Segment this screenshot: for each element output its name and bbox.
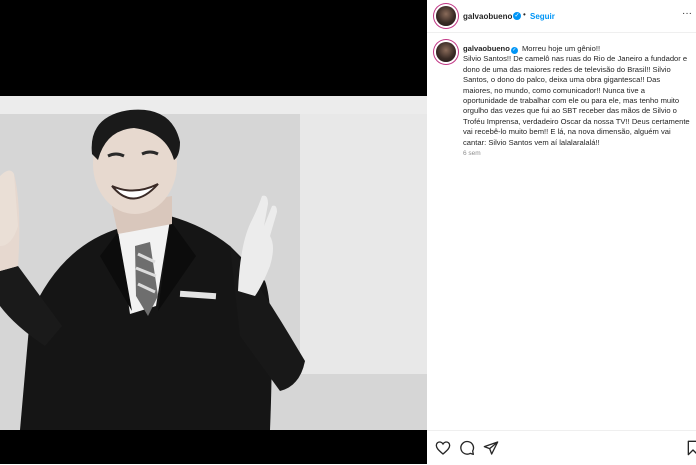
post-media[interactable] bbox=[0, 0, 427, 464]
send-icon[interactable] bbox=[483, 440, 499, 456]
caption-line-1: Morreu hoje um gênio!! bbox=[521, 44, 601, 53]
caption-verified-badge-icon: ✓ bbox=[510, 47, 518, 54]
follow-button[interactable]: Seguir bbox=[530, 12, 555, 21]
bookmark-icon[interactable] bbox=[685, 440, 696, 456]
caption-author-avatar[interactable] bbox=[436, 42, 456, 62]
more-options-icon[interactable]: ··· bbox=[682, 8, 692, 19]
caption-username[interactable]: galvaobueno bbox=[463, 44, 510, 53]
separator-dot: • bbox=[523, 10, 526, 19]
caption-line-2: Silvio Santos!! De camelô nas ruas do Ri… bbox=[463, 54, 690, 147]
caption-text: galvaobueno ✓ Morreu hoje um gênio!! Silv… bbox=[463, 44, 691, 148]
comment-icon[interactable] bbox=[459, 440, 475, 456]
author-avatar[interactable] bbox=[436, 6, 456, 26]
post-time-ago[interactable]: 6 sem bbox=[463, 150, 481, 157]
post-actions-bar bbox=[427, 430, 696, 465]
post-sidebar: galvaobueno ✓ • Seguir ··· galvaobueno ✓ … bbox=[427, 0, 696, 464]
verified-badge-icon: ✓ bbox=[513, 12, 521, 20]
author-username[interactable]: galvaobueno bbox=[463, 12, 512, 21]
post-photo bbox=[0, 96, 427, 430]
presenter-photo-illustration bbox=[0, 96, 427, 430]
post-header: galvaobueno ✓ • Seguir ··· bbox=[427, 0, 696, 33]
heart-icon[interactable] bbox=[435, 440, 451, 456]
